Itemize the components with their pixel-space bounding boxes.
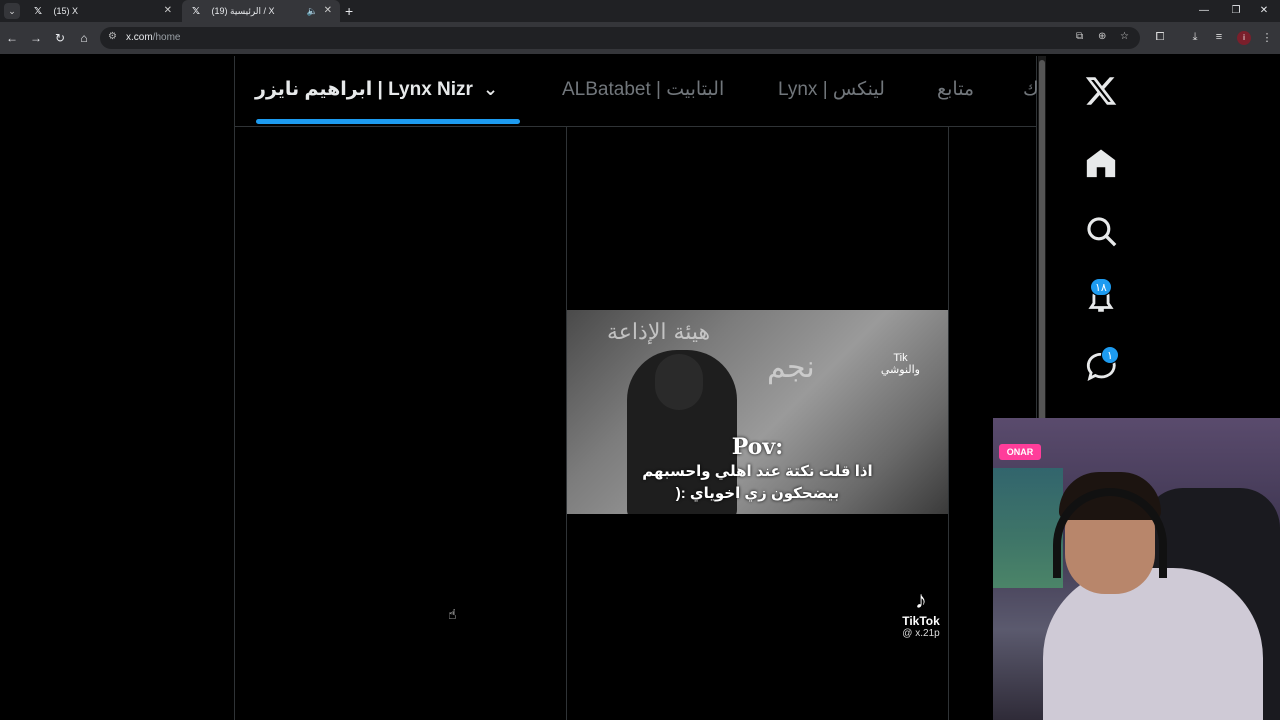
feed-tab-partial[interactable]: ك: [1023, 78, 1039, 101]
chevron-down-icon[interactable]: ⌄: [483, 79, 498, 99]
webcam-overlay: ONAR: [993, 418, 1280, 720]
video-background-text: نجم: [767, 350, 815, 385]
url-text[interactable]: x.com/home: [126, 32, 180, 43]
x-logo-icon: 𝕏: [34, 6, 43, 17]
browser-toolbar: ← → ↻ ⌂ ⚙ x.com/home ⧉ ⊕ ☆ ⧠ ⤓ ≡ i ⋮: [0, 22, 1280, 54]
kebab-menu-icon[interactable]: ⋮: [1260, 31, 1274, 44]
close-icon[interactable]: ✕: [324, 0, 332, 22]
home-icon[interactable]: ⌂: [76, 30, 92, 46]
scrollbar-thumb[interactable]: [1039, 60, 1045, 480]
extensions-icon[interactable]: ⧠: [1153, 31, 1167, 44]
x-logo-icon: 𝕏: [192, 6, 201, 17]
neon-sign: ONAR: [999, 444, 1041, 460]
close-icon[interactable]: ✕: [164, 0, 172, 22]
tiktok-logo-icon: ♪: [915, 587, 927, 614]
streamer-body: [1043, 568, 1263, 720]
notifications-badge: ١٨: [1090, 278, 1112, 296]
cast-icon[interactable]: ⧉: [1076, 31, 1083, 42]
video-caption-title: Pov:: [731, 434, 784, 460]
watermark-bottom: والنوشي: [880, 364, 920, 376]
divider: [234, 56, 235, 720]
x-home-page: ابراهيم نايزر | Lynx Nizr ⌄ ALBatabet | ا…: [0, 56, 1280, 720]
site-info-icon[interactable]: ⚙: [108, 31, 117, 42]
divider: [948, 127, 949, 720]
mouse-cursor-icon: ☝: [448, 606, 457, 622]
video-caption-line: بيضحكون زي اخوياي :(: [675, 485, 840, 502]
forward-arrow-icon[interactable]: →: [28, 30, 44, 46]
feed-tab-lynx[interactable]: Lynx | لينكس: [778, 78, 885, 101]
search-icon[interactable]: [1082, 214, 1120, 252]
profile-avatar[interactable]: i: [1237, 31, 1251, 45]
browser-tab-2[interactable]: 𝕏 (19) الرئيسية / X 🔈 ✕: [182, 0, 340, 22]
messages-badge: ١: [1101, 346, 1119, 364]
new-tab-button[interactable]: +: [345, 2, 353, 20]
feed-tab-lynx-nizr[interactable]: ابراهيم نايزر | Lynx Nizr ⌄: [255, 78, 498, 101]
reload-icon[interactable]: ↻: [52, 30, 68, 46]
watermark-top: Tik: [893, 352, 908, 364]
feed-tab-label: ابراهيم نايزر | Lynx Nizr: [255, 79, 473, 100]
tab-title: (15) X: [53, 6, 79, 16]
tiktok-watermark: ♪ TikTok @ x.21p: [896, 587, 946, 640]
tiktok-handle: @ x.21p: [902, 628, 940, 639]
video-person-head: [655, 354, 703, 410]
speaker-icon[interactable]: 🔈: [307, 0, 318, 22]
back-arrow-icon[interactable]: ←: [4, 30, 20, 46]
video-player[interactable]: هيئة الإذاعة نجم Tik والنوشي Pov: اذا قل…: [567, 310, 948, 514]
video-background-text: هيئة الإذاعة: [607, 320, 711, 345]
tiktok-brand: TikTok: [902, 614, 940, 628]
home-icon[interactable]: [1082, 146, 1120, 184]
video-watermark: Tik والنوشي: [881, 352, 920, 376]
feed-tab-following[interactable]: متابع: [937, 78, 974, 101]
tab-search-button[interactable]: ⌄: [4, 3, 20, 19]
address-bar[interactable]: ⚙ x.com/home ⧉ ⊕ ☆: [100, 27, 1140, 49]
video-caption-line: اذا قلت نكتة عند اهلي واحسبهم: [642, 463, 873, 480]
close-window-button[interactable]: ✕: [1248, 0, 1280, 22]
bookmark-star-icon[interactable]: ☆: [1120, 31, 1129, 42]
browser-tab-1[interactable]: 𝕏 (15) X ✕: [24, 0, 180, 22]
browser-tab-strip: ⌄ 𝕏 (15) X ✕ 𝕏 (19) الرئيسية / X 🔈 ✕ + —…: [0, 0, 1280, 22]
feed-tab-albatabet[interactable]: ALBatabet | البتابيت: [562, 78, 724, 101]
active-tab-indicator: [256, 119, 520, 124]
zoom-icon[interactable]: ⊕: [1098, 31, 1106, 42]
feed-tabs: ابراهيم نايزر | Lynx Nizr ⌄ ALBatabet | ا…: [235, 56, 1039, 127]
media-control-icon[interactable]: ≡: [1212, 31, 1226, 43]
x-logo-icon[interactable]: [1082, 74, 1120, 112]
minimize-button[interactable]: —: [1188, 0, 1220, 22]
tab-title: (19) الرئيسية / X: [211, 6, 275, 16]
download-icon[interactable]: ⤓: [1188, 31, 1202, 44]
